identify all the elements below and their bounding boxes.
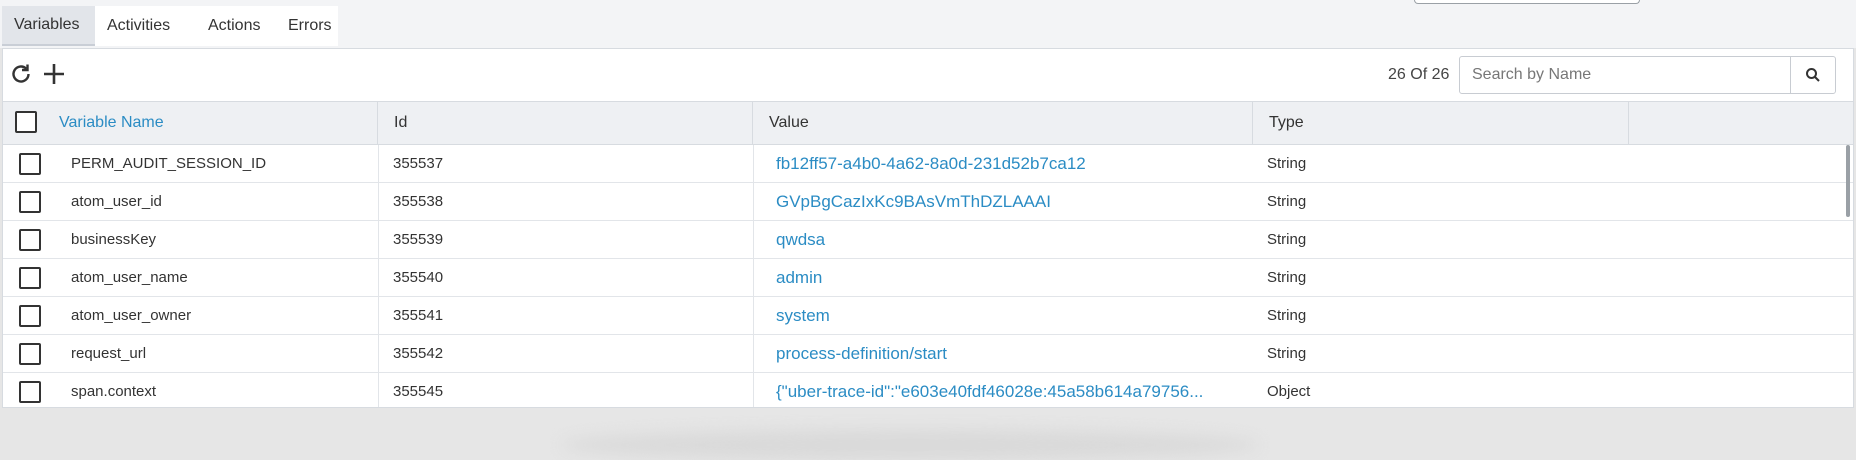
grid-body: PERM_AUDIT_SESSION_ID 355537 fb12ff57-a4…: [3, 145, 1853, 407]
table-row: atom_user_name 355540 admin String: [3, 259, 1853, 297]
variable-name: atom_user_name: [71, 269, 188, 286]
variable-type: Object: [1267, 383, 1311, 400]
row-checkbox[interactable]: [19, 343, 41, 365]
variable-id: 355542: [393, 345, 444, 362]
search-input[interactable]: [1460, 57, 1790, 93]
variable-name: PERM_AUDIT_SESSION_ID: [71, 155, 267, 172]
row-checkbox[interactable]: [19, 381, 41, 403]
row-checkbox[interactable]: [19, 153, 41, 175]
table-row: PERM_AUDIT_SESSION_ID 355537 fb12ff57-a4…: [3, 145, 1853, 183]
variable-id: 355539: [393, 231, 444, 248]
tab-actions[interactable]: Actions: [196, 6, 276, 46]
variable-name: atom_user_id: [71, 193, 162, 210]
variable-type: String: [1267, 269, 1307, 286]
tab-bar: Variables Activities Actions Errors: [2, 6, 338, 46]
variable-id: 355538: [393, 193, 444, 210]
table-row: atom_user_id 355538 GVpBgCazIxKc9BAsVmTh…: [3, 183, 1853, 221]
search-box: [1459, 56, 1836, 94]
variable-value-link[interactable]: admin: [776, 259, 1216, 296]
record-count: 26 Of 26: [1388, 66, 1450, 83]
variable-value-link[interactable]: qwdsa: [776, 221, 1216, 258]
top-dropdown-edge[interactable]: [1414, 0, 1640, 4]
row-checkbox[interactable]: [19, 191, 41, 213]
variable-value-link[interactable]: system: [776, 297, 1216, 334]
search-button[interactable]: [1790, 57, 1835, 93]
column-header-value[interactable]: Value: [753, 102, 1253, 144]
variable-type: String: [1267, 193, 1307, 210]
column-header-type[interactable]: Type: [1253, 102, 1629, 144]
row-checkbox[interactable]: [19, 305, 41, 327]
variables-panel: 26 Of 26 Variable Name Id Value Type PER…: [2, 48, 1854, 408]
column-header-variable-name[interactable]: Variable Name: [43, 102, 378, 144]
tab-activities[interactable]: Activities: [95, 6, 196, 46]
row-checkbox[interactable]: [19, 229, 41, 251]
select-all-checkbox[interactable]: [15, 111, 37, 133]
plus-icon[interactable]: [41, 61, 67, 87]
variable-name: span.context: [71, 383, 157, 400]
variable-name: atom_user_owner: [71, 307, 192, 324]
table-row: request_url 355542 process-definition/st…: [3, 335, 1853, 373]
variable-id: 355540: [393, 269, 444, 286]
variable-type: String: [1267, 307, 1307, 324]
tab-variables[interactable]: Variables: [2, 6, 95, 46]
grid-toolbar: 26 Of 26: [3, 49, 1853, 101]
variable-type: String: [1267, 345, 1307, 362]
search-icon: [1806, 68, 1820, 82]
row-checkbox[interactable]: [19, 267, 41, 289]
table-row: span.context 355545 {"uber-trace-id":"e6…: [3, 373, 1853, 407]
variable-value-link[interactable]: fb12ff57-a4b0-4a62-8a0d-231d52b7ca12: [776, 145, 1216, 182]
column-header-id[interactable]: Id: [378, 102, 753, 144]
variable-value-link[interactable]: process-definition/start: [776, 335, 1216, 372]
tab-errors[interactable]: Errors: [276, 6, 338, 46]
variable-type: String: [1267, 231, 1307, 248]
grid-header: Variable Name Id Value Type: [3, 101, 1853, 145]
variable-id: 355541: [393, 307, 444, 324]
variable-id: 355545: [393, 383, 444, 400]
variable-name: request_url: [71, 345, 147, 362]
variable-type: String: [1267, 155, 1307, 172]
variable-name: businessKey: [71, 231, 157, 248]
variable-value-link[interactable]: GVpBgCazIxKc9BAsVmThDZLAAAI: [776, 183, 1216, 220]
table-row: atom_user_owner 355541 system String: [3, 297, 1853, 335]
bottom-shadow: [560, 430, 1260, 460]
vertical-scrollbar[interactable]: [1846, 145, 1850, 217]
variable-value-link[interactable]: {"uber-trace-id":"e603e40fdf46028e:45a58…: [776, 373, 1216, 407]
variable-id: 355537: [393, 155, 444, 172]
table-row: businessKey 355539 qwdsa String: [3, 221, 1853, 259]
refresh-icon[interactable]: [8, 61, 34, 87]
